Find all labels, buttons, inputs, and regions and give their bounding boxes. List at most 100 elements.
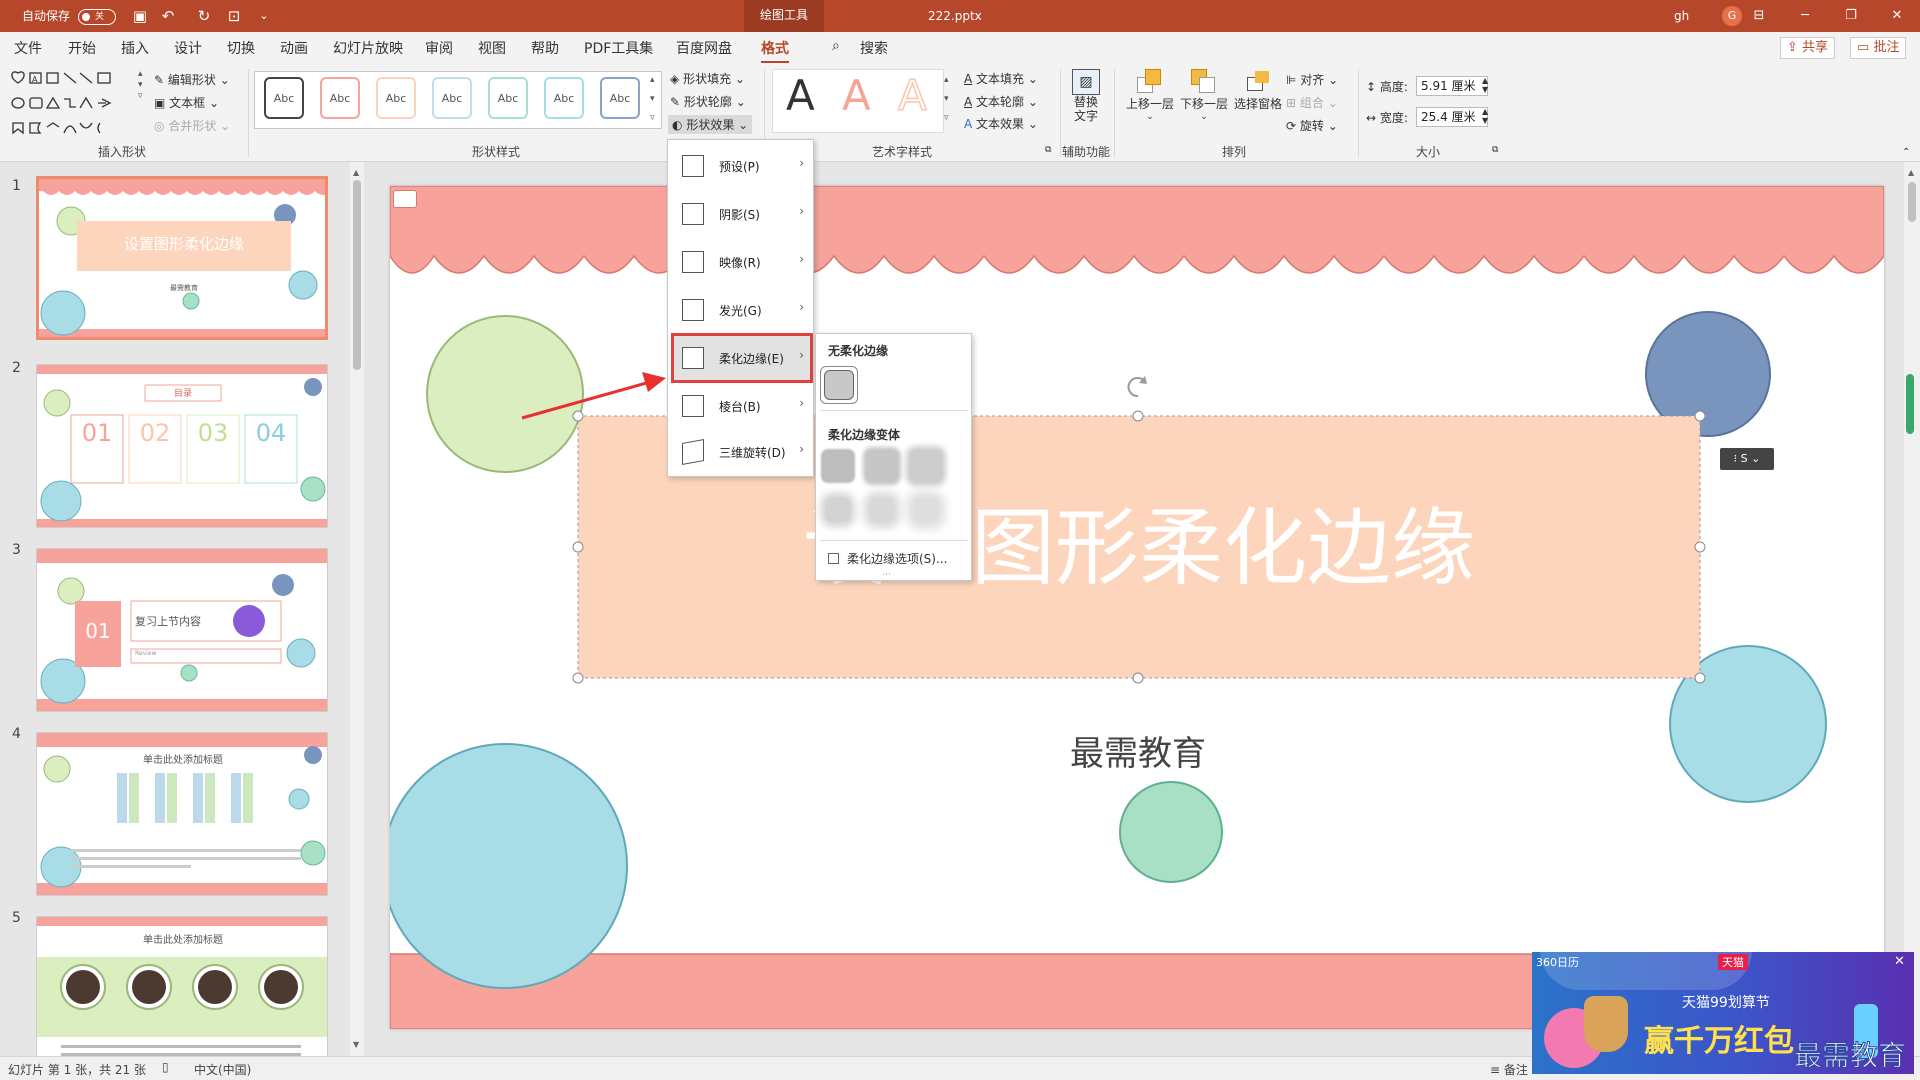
- text-fill-button[interactable]: A 文本填充 ⌄: [964, 70, 1038, 87]
- menu-item-bevel[interactable]: 棱台(B) ›: [674, 384, 810, 428]
- scroll-thumb[interactable]: [353, 180, 361, 370]
- tab-view[interactable]: 视图: [478, 38, 506, 58]
- slide-title[interactable]: 设置图形柔化边缘: [578, 498, 1700, 598]
- wordart-dialog-launcher-icon[interactable]: ⧉: [1045, 145, 1051, 155]
- textbox-button[interactable]: ▣ 文本框 ⌄: [154, 94, 219, 111]
- no-soft-edges-option[interactable]: [820, 366, 858, 404]
- ribbon-display-icon[interactable]: ⊟: [1736, 0, 1782, 32]
- menu-item-glow[interactable]: 发光(G) ›: [674, 288, 810, 332]
- customize-qat-icon[interactable]: ⌄: [254, 6, 274, 26]
- tab-insert[interactable]: 插入: [121, 38, 149, 58]
- notes-button[interactable]: ≡ 备注: [1490, 1061, 1528, 1078]
- soft-edge-variant-5[interactable]: [870, 498, 894, 522]
- shape-style-7[interactable]: Abc: [600, 77, 640, 119]
- scroll-thumb[interactable]: [1908, 182, 1916, 222]
- zoom-indicator[interactable]: [1906, 374, 1914, 434]
- merge-shapes-button[interactable]: ◎ 合并形状 ⌄: [154, 117, 230, 134]
- shape-gallery[interactable]: A: [10, 69, 135, 137]
- restore-button[interactable]: ❐: [1828, 0, 1874, 32]
- thumbnail-scrollbar[interactable]: ▲ ▼: [350, 162, 364, 1056]
- slide-subtitle[interactable]: 最需教育: [910, 726, 1366, 775]
- slide-canvas[interactable]: 设置图形柔化边缘 最需教育 ⁝ S ⌄: [390, 186, 1884, 1029]
- soft-edge-variant-2[interactable]: [866, 450, 898, 482]
- save-icon[interactable]: ▣: [130, 6, 150, 26]
- bring-forward-button[interactable]: 上移一层 ⌄: [1124, 69, 1176, 122]
- scroll-up-icon[interactable]: ▲: [353, 168, 359, 177]
- height-input[interactable]: 5.91 厘米: [1416, 76, 1488, 96]
- comment-icon[interactable]: [393, 190, 417, 208]
- tab-review[interactable]: 审阅: [425, 38, 453, 58]
- close-button[interactable]: ✕: [1874, 0, 1920, 32]
- slide-thumbnail-1[interactable]: 设置图形柔化边缘 最需教育: [36, 176, 328, 340]
- scroll-up-icon[interactable]: ▲: [1908, 168, 1914, 177]
- slide-scrollbar[interactable]: ▲: [1904, 162, 1920, 1056]
- selection-pane-button[interactable]: 选择窗格: [1232, 69, 1284, 112]
- slide-thumbnail-2[interactable]: 目录 01 02 03 04: [36, 364, 328, 528]
- ime-toolbar-icon[interactable]: ⁝ S ⌄: [1720, 448, 1774, 470]
- language-status[interactable]: 中文(中国): [194, 1061, 251, 1078]
- menu-item-shadow[interactable]: 阴影(S) ›: [674, 192, 810, 236]
- wordart-scroll-icon[interactable]: ▴ ▾ ▿: [944, 71, 949, 128]
- menu-item-preset[interactable]: 预设(P) ›: [674, 144, 810, 188]
- align-button[interactable]: ⊫ 对齐 ⌄: [1286, 71, 1338, 88]
- tab-design[interactable]: 设计: [174, 38, 202, 58]
- text-outline-button[interactable]: A 文本轮廓 ⌄: [964, 93, 1038, 110]
- width-input[interactable]: 25.4 厘米: [1416, 107, 1488, 127]
- width-spinner-icon[interactable]: ▲ ▼: [1482, 107, 1488, 125]
- menu-item-reflection[interactable]: 映像(R) ›: [674, 240, 810, 284]
- wordart-style-3[interactable]: A: [897, 70, 927, 121]
- soft-edges-options-item[interactable]: 柔化边缘选项(S)...: [828, 550, 947, 567]
- ad-close-icon[interactable]: ✕: [1894, 954, 1905, 969]
- minimize-button[interactable]: ─: [1782, 0, 1828, 32]
- autosave-toggle[interactable]: 关: [78, 9, 116, 25]
- comment-button[interactable]: ▭ 批注: [1850, 37, 1907, 59]
- tab-help[interactable]: 帮助: [531, 38, 559, 58]
- tab-home[interactable]: 开始: [68, 38, 96, 58]
- wordart-style-2[interactable]: A: [842, 71, 871, 120]
- spellcheck-icon[interactable]: ▯: [162, 1060, 169, 1074]
- present-icon[interactable]: ⊡: [224, 6, 244, 26]
- shape-outline-button[interactable]: ✎ 形状轮廓 ⌄: [670, 93, 746, 110]
- soft-edge-variant-1[interactable]: [822, 450, 854, 482]
- height-spinner-icon[interactable]: ▲ ▼: [1482, 76, 1488, 94]
- group-button[interactable]: ⊞ 组合 ⌄: [1286, 94, 1338, 111]
- edit-shape-button[interactable]: ✎ 编辑形状 ⌄: [154, 71, 230, 88]
- resize-grip-icon[interactable]: ⋯: [882, 570, 891, 580]
- shape-effects-button[interactable]: ◐ 形状效果 ⌄: [668, 115, 753, 134]
- redo-icon[interactable]: ↻: [194, 6, 214, 26]
- tab-format[interactable]: 格式: [761, 38, 789, 64]
- shape-gallery-scroll-icon[interactable]: ▴ ▾ ▿: [138, 69, 143, 102]
- soft-edge-variant-3[interactable]: [910, 450, 942, 482]
- slide-thumbnail-3[interactable]: 01 复习上节内容 Review: [36, 548, 328, 712]
- tab-baidu-netdisk[interactable]: 百度网盘: [676, 38, 732, 58]
- search-icon[interactable]: ⌕: [832, 38, 840, 54]
- undo-icon[interactable]: ↶: [158, 6, 178, 26]
- search-label[interactable]: 搜索: [860, 38, 888, 58]
- shape-style-1[interactable]: Abc: [264, 77, 304, 119]
- tab-file[interactable]: 文件: [14, 38, 42, 58]
- shape-style-4[interactable]: Abc: [432, 77, 472, 119]
- tab-transitions[interactable]: 切换: [227, 38, 255, 58]
- shape-style-6[interactable]: Abc: [544, 77, 584, 119]
- shape-style-2[interactable]: Abc: [320, 77, 360, 119]
- soft-edge-variant-4[interactable]: [826, 498, 850, 522]
- share-button[interactable]: ⇪ 共享: [1780, 37, 1836, 59]
- ad-popup[interactable]: 360日历 天猫 ✕ 天猫99划算节 赢千万红包 最需教育: [1532, 952, 1914, 1074]
- rotate-button[interactable]: ⟳ 旋转 ⌄: [1286, 117, 1338, 134]
- menu-item-3d-rotation[interactable]: 三维旋转(D) ›: [674, 430, 810, 474]
- menu-item-soft-edges[interactable]: 柔化边缘(E) ›: [671, 333, 813, 383]
- wordart-style-1[interactable]: A: [786, 71, 815, 120]
- text-effects-button[interactable]: A 文本效果 ⌄: [964, 115, 1038, 132]
- alt-text-button[interactable]: ▨ 替换 文字: [1068, 69, 1104, 135]
- shape-fill-button[interactable]: ◈ 形状填充 ⌄: [670, 70, 745, 87]
- style-gallery-scroll-icon[interactable]: ▴ ▾ ▿: [650, 71, 655, 128]
- soft-edge-variant-6[interactable]: [914, 498, 938, 522]
- tab-slideshow[interactable]: 幻灯片放映: [333, 38, 403, 58]
- scroll-down-icon[interactable]: ▼: [353, 1040, 359, 1049]
- shape-style-5[interactable]: Abc: [488, 77, 528, 119]
- shape-style-3[interactable]: Abc: [376, 77, 416, 119]
- user-name[interactable]: gh: [1674, 0, 1689, 32]
- size-dialog-launcher-icon[interactable]: ⧉: [1492, 145, 1498, 155]
- collapse-ribbon-icon[interactable]: ⌃: [1902, 147, 1910, 158]
- tab-pdf-tools[interactable]: PDF工具集: [584, 38, 653, 58]
